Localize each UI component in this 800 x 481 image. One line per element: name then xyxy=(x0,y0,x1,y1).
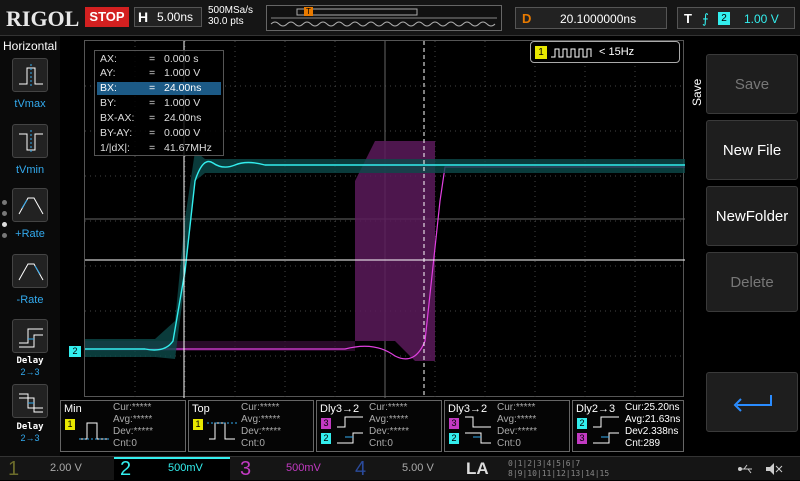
save-button[interactable]: Save xyxy=(706,54,798,114)
negative-rate-button[interactable] xyxy=(12,254,48,288)
delete-button[interactable]: Delete xyxy=(706,252,798,312)
readout-row-bx-ax: BX-AX: = 24.00ns xyxy=(100,112,202,124)
la-tab[interactable]: LA xyxy=(466,459,489,479)
save-menu-title: Save xyxy=(690,78,704,106)
trigger-level: 1.00 V xyxy=(744,12,779,26)
tvmax-button[interactable] xyxy=(12,58,48,92)
measurement-top[interactable]: Top 1 Cur:***** Avg:***** Dev:***** Cnt:… xyxy=(188,400,314,452)
delay-rising-button[interactable] xyxy=(12,384,48,418)
tvmax-icon xyxy=(19,64,43,88)
delay-falling-button[interactable] xyxy=(12,319,48,353)
readout-row-ax: AX: = 0.000 s xyxy=(100,53,199,65)
positive-rate-icon xyxy=(18,197,44,215)
trigger-setting[interactable]: T ⨍ 2 1.00 V xyxy=(677,7,795,29)
trigger-position-marker: T xyxy=(304,7,313,16)
horizontal-timebase[interactable]: H 5.00ns xyxy=(134,7,202,27)
measurement-source-badge: 1 xyxy=(65,419,75,430)
trigger-letter: T xyxy=(684,11,692,26)
return-arrow-icon xyxy=(733,395,772,412)
sample-rate: 500MSa/s xyxy=(208,5,254,16)
counter-source-badge: 1 xyxy=(535,46,547,59)
ch3-scale[interactable]: 500mV xyxy=(286,462,321,474)
tvmin-label: tVmin xyxy=(15,164,45,176)
delay-rising-label: Delay xyxy=(16,422,44,432)
readout-row-freq: 1/|dX|: = 41.67MHz xyxy=(100,142,212,154)
min-icon xyxy=(79,422,109,440)
run-stop-indicator[interactable]: STOP xyxy=(85,7,129,27)
measurement-delay-2-3[interactable]: Dly2→3 2 3 Cur:25.20ns Avg:21.63ns Dev2.… xyxy=(572,400,684,452)
ch4-number[interactable]: 4 xyxy=(355,457,366,481)
delay-falling-sub: 2→3 xyxy=(20,367,40,377)
counter-value: < 15Hz xyxy=(599,46,635,58)
new-file-button[interactable]: New File xyxy=(706,120,798,180)
timebase-value: 5.00ns xyxy=(157,10,194,24)
ch2-number[interactable]: 2 xyxy=(120,457,131,481)
readout-row-ay: AY: = 1.000 V xyxy=(100,67,201,79)
negative-rate-icon xyxy=(18,263,44,281)
trigger-source-badge: 2 xyxy=(718,12,730,25)
rising-edge-icon: ⨍ xyxy=(702,11,709,26)
memory-depth: 30.0 pts xyxy=(208,16,244,27)
ch4-scale[interactable]: 5.00 V xyxy=(402,462,434,474)
delay-setting[interactable]: D 20.1000000ns xyxy=(515,7,667,29)
top-status-bar: RIGOL STOP H 5.00ns 500MSa/s 30.0 pts T … xyxy=(0,0,800,36)
usb-icon xyxy=(738,464,752,474)
frequency-counter[interactable]: 1 < 15Hz xyxy=(530,41,680,63)
readout-row-bx[interactable]: BX: = 24.00ns xyxy=(97,82,221,95)
positive-rate-label: +Rate xyxy=(15,228,45,240)
delay-rising-sub: 2→3 xyxy=(20,433,40,443)
la-channel-grid: 0|1|2|3|4|5|6|7 8|9|10|11|12|13|14|15 xyxy=(508,459,610,478)
delay-falling-icon xyxy=(19,328,43,348)
positive-rate-button[interactable] xyxy=(12,188,48,222)
memory-waveform-overview xyxy=(266,5,502,31)
horizontal-menu: Horizontal tVmax tVmin +Rate -Rate Delay… xyxy=(0,36,60,456)
readout-row-by-ay: BY-AY: = 0.000 V xyxy=(100,127,201,139)
delay-falling-label: Delay xyxy=(16,356,44,366)
delay-icon xyxy=(465,416,491,444)
measurement-delay-3-2-b[interactable]: Dly3→2 3 2 Cur:***** Avg:***** Dev:*****… xyxy=(444,400,570,452)
horizontal-letter: H xyxy=(138,9,149,25)
cursor-readout-panel: AX: = 0.000 s AY: = 1.000 V BX: = 24.00ns BY: =… xyxy=(94,50,224,156)
channel-bar: 1 2.00 V 2 500mV 3 500mV 4 5.00 V LA 0|1… xyxy=(0,456,800,481)
measurement-source-badge: 1 xyxy=(193,419,203,430)
ch1-scale[interactable]: 2.00 V xyxy=(50,462,82,474)
speaker-muted-icon[interactable] xyxy=(764,461,784,477)
pulse-train-icon xyxy=(551,48,592,58)
delay-icon xyxy=(593,416,619,444)
ch3-persistence-band xyxy=(355,141,435,361)
horizontal-menu-title: Horizontal xyxy=(3,39,58,53)
memory-overview-wave xyxy=(270,8,497,27)
rigol-logo: RIGOL xyxy=(6,6,80,31)
tvmax-label: tVmax xyxy=(14,98,46,110)
measurement-delay-3-2-a[interactable]: Dly3→2 3 2 Cur:***** Avg:***** Dev:*****… xyxy=(316,400,442,452)
ch1-number[interactable]: 1 xyxy=(8,457,19,481)
ch2-level-marker[interactable]: 2 xyxy=(69,346,81,357)
new-folder-button[interactable]: NewFolder xyxy=(706,186,798,246)
tvmin-button[interactable] xyxy=(12,124,48,158)
measurement-min[interactable]: Min 1 Cur:***** Avg:***** Dev:***** Cnt:… xyxy=(60,400,186,452)
ch2-scale[interactable]: 500mV xyxy=(168,462,203,474)
negative-rate-label: -Rate xyxy=(16,294,44,306)
delay-value: 20.1000000ns xyxy=(560,12,637,26)
back-button[interactable] xyxy=(706,372,798,432)
delay-icon xyxy=(337,416,363,444)
delay-rising-icon xyxy=(19,393,43,413)
tvmin-icon xyxy=(19,130,43,154)
readout-row-by: BY: = 1.000 V xyxy=(100,97,201,109)
top-icon xyxy=(207,422,237,440)
ch3-number[interactable]: 3 xyxy=(240,457,251,481)
delay-letter: D xyxy=(522,11,532,26)
